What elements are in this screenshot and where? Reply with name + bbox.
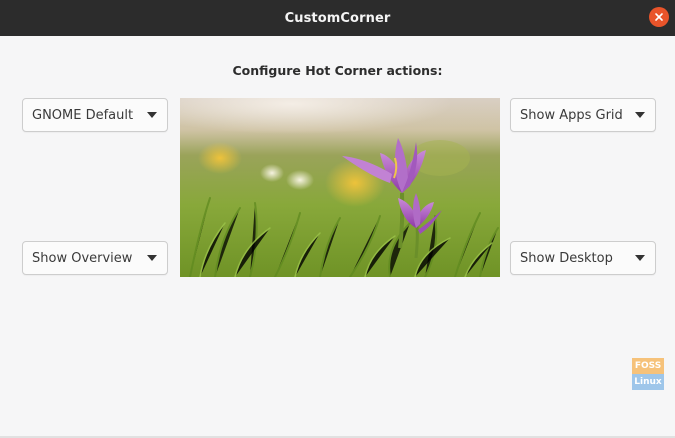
dropdown-label: GNOME Default [32,107,134,123]
bottom-left-corner-dropdown[interactable]: Show Overview [22,241,168,275]
bottom-right-corner-dropdown[interactable]: Show Desktop [510,241,656,275]
window-title: CustomCorner [284,10,391,26]
fosslinux-watermark-logo: FOSS Linux [632,358,664,390]
title-bar: CustomCorner [0,0,675,36]
page-heading: Configure Hot Corner actions: [232,63,443,78]
wallpaper-preview [180,98,500,277]
dropdown-arrow-icon [635,112,645,118]
dropdown-arrow-icon [147,255,157,261]
dropdown-label: Show Overview [32,250,133,266]
top-right-corner-dropdown[interactable]: Show Apps Grid [510,98,656,132]
watermark-bottom: Linux [632,374,664,390]
top-left-corner-dropdown[interactable]: GNOME Default [22,98,168,132]
crocus-flower-wallpaper-icon [180,98,500,277]
dropdown-label: Show Apps Grid [520,107,623,123]
dropdown-arrow-icon [147,112,157,118]
dropdown-arrow-icon [635,255,645,261]
main-content: Configure Hot Corner actions: GNOME Defa… [0,36,675,438]
close-icon [655,13,663,21]
close-button[interactable] [649,7,669,27]
watermark-top: FOSS [632,358,664,374]
dropdown-label: Show Desktop [520,250,613,266]
